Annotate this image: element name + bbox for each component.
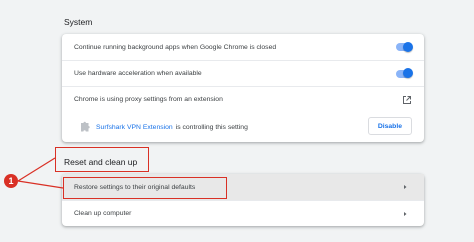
annotation-badge: 1 [4,174,18,188]
annotation-arrows [17,157,64,189]
